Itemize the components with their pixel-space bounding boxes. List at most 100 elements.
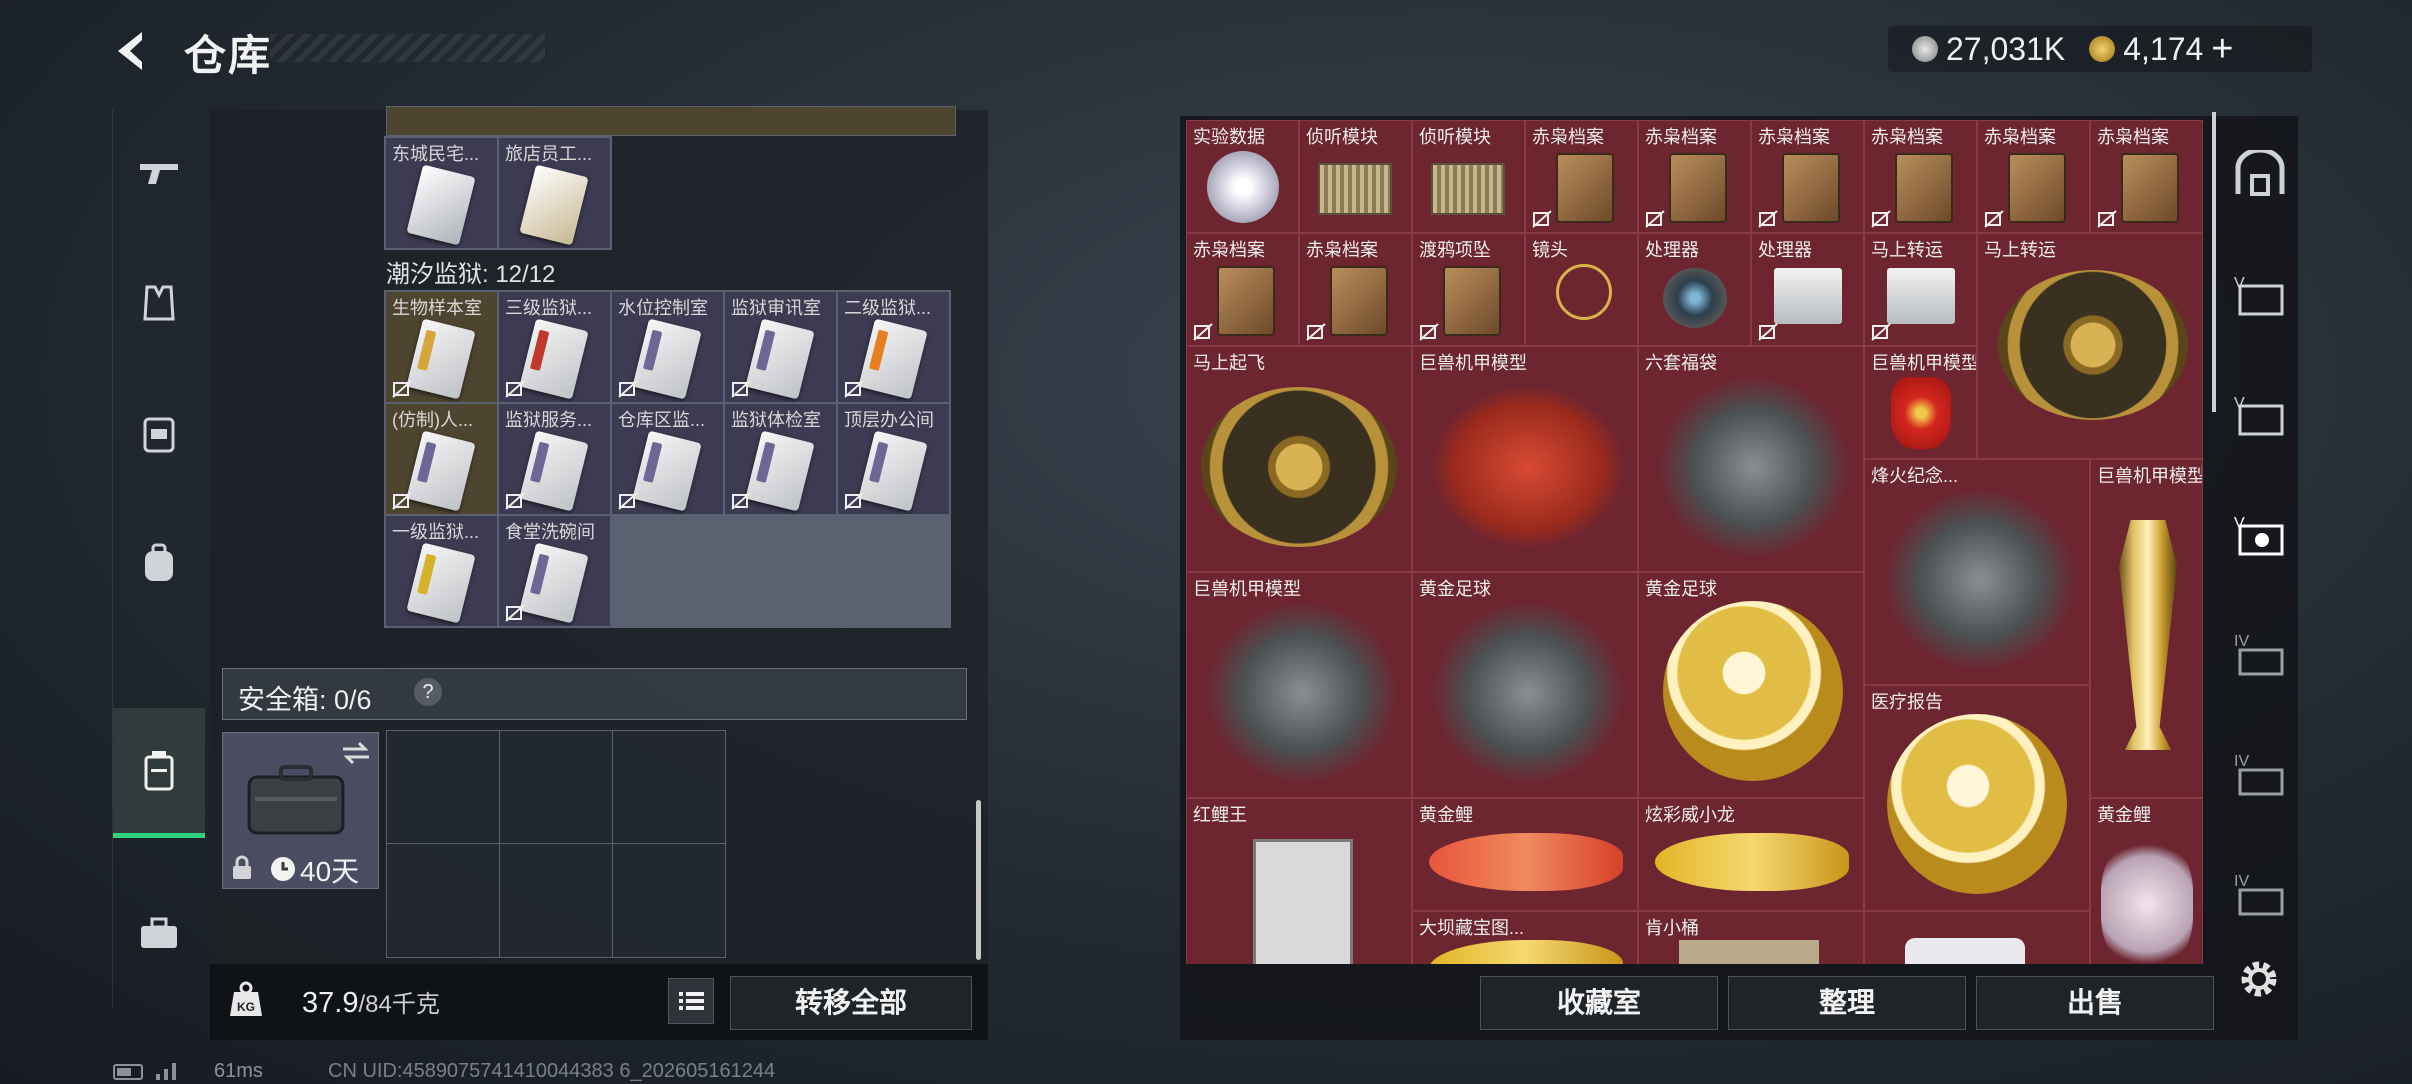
stash-item[interactable]: 赤枭档案 — [1751, 120, 1864, 233]
toolbox-icon — [141, 917, 177, 948]
vault-icon[interactable] — [2232, 150, 2288, 198]
keycard-slot[interactable]: 监狱体检室 — [725, 404, 836, 514]
stash-item[interactable]: 烽火纪念... — [1864, 459, 2090, 685]
item-label: 赤枭档案 — [1645, 127, 1717, 147]
stash-item[interactable]: 巨兽机甲模型 — [2090, 459, 2203, 798]
stash-item[interactable]: 赤枭档案 — [1525, 120, 1638, 233]
weight-max: /84千克 — [358, 991, 440, 1018]
mech-icon — [1659, 377, 1849, 557]
safe-case-grid[interactable] — [386, 730, 726, 958]
nav-chest-rig[interactable] — [113, 368, 205, 498]
help-icon[interactable]: ? — [414, 678, 442, 706]
stash-item[interactable]: 医疗报告 — [1864, 685, 2090, 911]
stash-item[interactable]: 镜头 — [1525, 233, 1638, 346]
tier4-gear-icon[interactable]: IV — [2232, 750, 2288, 798]
stash-item[interactable]: 赤枭档案 — [2090, 120, 2203, 233]
scrollbar[interactable] — [976, 800, 981, 960]
nav-weapons[interactable] — [113, 108, 205, 238]
stash-item[interactable]: 实验数据 — [1186, 120, 1299, 233]
stash-item[interactable]: 赤枭档案 — [1977, 120, 2090, 233]
item-label: 巨兽机甲模型 — [1419, 353, 1527, 373]
item-label: 红鲤王 — [1193, 805, 1247, 825]
keycard-icon — [632, 430, 702, 512]
stash-item[interactable]: 侦听模块 — [1299, 120, 1412, 233]
item-label: 巨兽机甲模型 — [1871, 353, 1977, 373]
item-label: 六套福袋 — [1645, 353, 1717, 373]
safe-case-icon — [247, 765, 345, 835]
add-currency-button[interactable]: + — [2211, 28, 2233, 71]
nav-backpack[interactable] — [113, 498, 205, 628]
tier4-collectible-icon[interactable]: IV — [2232, 870, 2288, 918]
stash-item[interactable]: 炫彩威小龙 — [1638, 798, 1864, 911]
keycard-slot[interactable]: 二级监狱... — [838, 292, 949, 402]
stash-item[interactable]: 肯小桶 — [1638, 911, 1864, 964]
keycard-slot[interactable]: 三级监狱... — [499, 292, 610, 402]
lens-icon — [1663, 268, 1727, 328]
nav-toolbox[interactable] — [113, 868, 205, 998]
stash-item[interactable]: 处理器 — [1638, 233, 1751, 346]
mech-icon — [1207, 603, 1397, 783]
keycard-slot[interactable]: 食堂洗碗间 — [499, 516, 610, 626]
stash-item[interactable]: 侦听模块 — [1412, 120, 1525, 233]
no-trade-icon — [618, 380, 638, 398]
keycard-icon — [858, 430, 928, 512]
stash-item[interactable]: 巨兽机甲模型 — [1412, 346, 1638, 572]
item-label: 马上转运 — [1871, 240, 1943, 260]
stash-item[interactable]: 黄金鲤 — [2090, 798, 2203, 964]
item-label: 镜头 — [1532, 240, 1568, 260]
stash-item[interactable]: 处理器 — [1751, 233, 1864, 346]
stash-item[interactable]: 赤枭档案 — [1186, 233, 1299, 346]
stash-item[interactable]: 马上起飞 — [1186, 346, 1412, 572]
keycard-slot[interactable]: 东城民宅... — [386, 138, 497, 248]
stash-item[interactable]: 赤枭档案 — [1299, 233, 1412, 346]
tier5-collectible-icon[interactable]: V — [2232, 510, 2288, 558]
stash-item[interactable]: 黄金足球 — [1638, 572, 1864, 798]
stash-item[interactable]: 赤枭档案 — [1864, 120, 1977, 233]
keycard-slot[interactable]: 监狱服务... — [499, 404, 610, 514]
stash-item[interactable]: 巨兽机甲模型 — [1186, 572, 1412, 798]
keycard-slot[interactable]: 生物样本室 — [386, 292, 497, 402]
scrollbar[interactable] — [2212, 112, 2216, 412]
sort-button[interactable]: 整理 — [1728, 976, 1966, 1030]
keycard-slot[interactable]: 监狱审讯室 — [725, 292, 836, 402]
sell-button[interactable]: 出售 — [1976, 976, 2214, 1030]
back-arrow-icon[interactable] — [110, 26, 160, 76]
keycard-slot[interactable]: 顶层办公间 — [838, 404, 949, 514]
stash-item[interactable] — [1864, 911, 2090, 964]
stash-item[interactable]: 黄金鲤 — [1412, 798, 1638, 911]
file-icon — [2121, 153, 2179, 223]
keycard-slot[interactable]: 仓库区监... — [612, 404, 723, 514]
swap-icon[interactable] — [341, 741, 371, 765]
nav-safe-case[interactable] — [113, 708, 205, 838]
item-label: 巨兽机甲模型 — [2097, 466, 2203, 486]
keycard-slot[interactable]: 水位控制室 — [612, 292, 723, 402]
gear-icon[interactable] — [2236, 956, 2282, 1002]
stash-item[interactable]: 赤枭档案 — [1638, 120, 1751, 233]
keycard-slot[interactable]: 旅店员工... — [499, 138, 610, 248]
stash-item[interactable]: 马上转运 — [1977, 233, 2203, 459]
stash-item[interactable]: 大坝藏宝图... — [1412, 911, 1638, 964]
keycard-slot[interactable]: (仿制)人... — [386, 404, 497, 514]
stash-item[interactable]: 巨兽机甲模型 — [1864, 346, 1977, 459]
file-icon — [1782, 153, 1840, 223]
stash-item[interactable]: 渡鸦项坠 — [1412, 233, 1525, 346]
stash-item[interactable]: 六套福袋 — [1638, 346, 1864, 572]
tier4-weapon-icon[interactable]: IV — [2232, 630, 2288, 678]
stash-item[interactable]: 马上转运 — [1864, 233, 1977, 346]
collection-room-button[interactable]: 收藏室 — [1480, 976, 1718, 1030]
tier5-gear-icon[interactable]: V — [2232, 390, 2288, 438]
prison-section-label: 潮汐监狱: 12/12 — [386, 261, 556, 288]
stash-item[interactable]: 红鲤王 — [1186, 798, 1412, 964]
nav-armor[interactable] — [113, 238, 205, 368]
item-label: (仿制)人... — [392, 410, 473, 430]
no-trade-icon — [1871, 210, 1891, 228]
tier5-weapon-icon[interactable]: V — [2232, 270, 2288, 318]
item-label: 巨兽机甲模型 — [1193, 579, 1301, 599]
keycard-slot[interactable]: 一级监狱... — [386, 516, 497, 626]
list-view-icon[interactable] — [668, 978, 714, 1024]
gun-icon — [140, 164, 178, 184]
stash-item[interactable]: 黄金足球 — [1412, 572, 1638, 798]
weight-current: 37.9 — [302, 987, 359, 1019]
transfer-all-button[interactable]: 转移全部 — [730, 976, 972, 1030]
file-icon — [1330, 266, 1388, 336]
